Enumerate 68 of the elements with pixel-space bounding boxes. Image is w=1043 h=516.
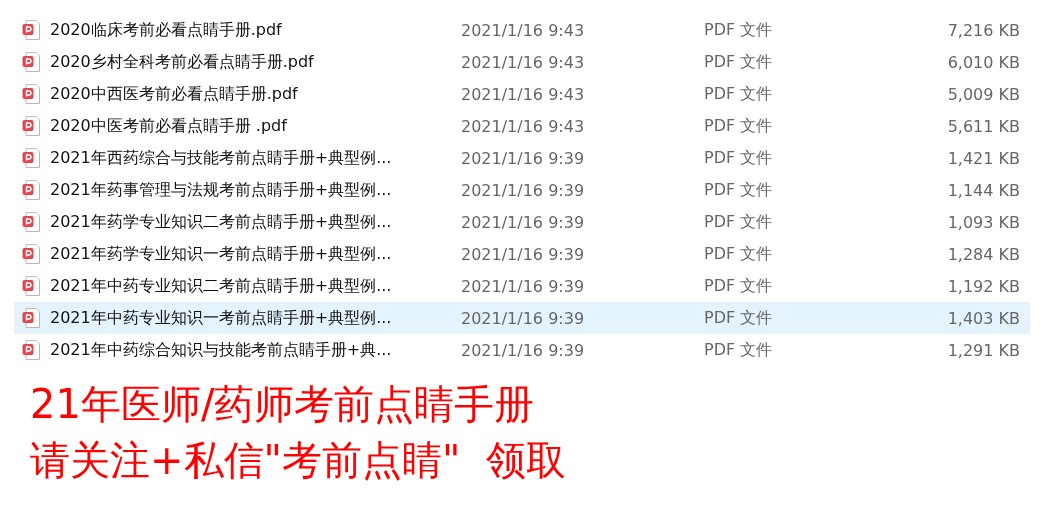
file-name: 2020中西医考前必看点睛手册.pdf <box>50 83 298 105</box>
file-size: 1,291 KB <box>946 340 1020 360</box>
file-name: 2020中医考前必看点睛手册 .pdf <box>50 115 287 137</box>
file-type: PDF 文件 <box>704 115 774 137</box>
modified-date: 2021/1/16 9:39 <box>461 244 586 264</box>
file-size: 1,421 KB <box>946 148 1020 168</box>
modified-date: 2021/1/16 9:39 <box>461 340 586 360</box>
pdf-file-icon <box>22 52 40 72</box>
file-row[interactable]: 2021年中药综合知识与技能考前点睛手册+典... 2021/1/16 9:39 PDF 文件 1,291 KB <box>14 334 1030 366</box>
file-name: 2021年药学专业知识一考前点睛手册+典型例... <box>50 243 392 265</box>
file-type: PDF 文件 <box>704 307 774 329</box>
modified-date: 2021/1/16 9:43 <box>461 52 586 72</box>
file-type: PDF 文件 <box>704 211 774 233</box>
file-row[interactable]: 2021年药事管理与法规考前点睛手册+典型例... 2021/1/16 9:39 PDF 文件 1,144 KB <box>14 174 1030 206</box>
file-name: 2020乡村全科考前必看点睛手册.pdf <box>50 51 314 73</box>
file-size: 5,611 KB <box>946 116 1020 136</box>
file-name: 2021年中药专业知识一考前点睛手册+典型例... <box>50 307 392 329</box>
file-size: 1,093 KB <box>946 212 1020 232</box>
caption-text: 请关注+私信"考前点睛" 领取 <box>30 436 567 485</box>
pdf-file-icon <box>22 244 40 264</box>
file-row[interactable]: 2020临床考前必看点睛手册.pdf 2021/1/16 9:43 PDF 文件 7,216 KB <box>14 14 1030 46</box>
file-type: PDF 文件 <box>704 19 774 41</box>
modified-date: 2021/1/16 9:39 <box>461 276 586 296</box>
file-row[interactable]: 2021年中药专业知识一考前点睛手册+典型例... 2021/1/16 9:39 PDF 文件 1,403 KB <box>14 302 1030 334</box>
pdf-file-icon <box>22 276 40 296</box>
file-size: 7,216 KB <box>946 20 1020 40</box>
file-size: 1,284 KB <box>946 244 1020 264</box>
file-type: PDF 文件 <box>704 83 774 105</box>
file-name: 2021年药事管理与法规考前点睛手册+典型例... <box>50 179 392 201</box>
pdf-file-icon <box>22 20 40 40</box>
file-name: 2021年西药综合与技能考前点睛手册+典型例... <box>50 147 392 169</box>
pdf-file-icon <box>22 308 40 328</box>
file-size: 1,403 KB <box>946 308 1020 328</box>
pdf-file-icon <box>22 340 40 360</box>
file-row[interactable]: 2021年西药综合与技能考前点睛手册+典型例... 2021/1/16 9:39 PDF 文件 1,421 KB <box>14 142 1030 174</box>
modified-date: 2021/1/16 9:43 <box>461 84 586 104</box>
file-row[interactable]: 2020中西医考前必看点睛手册.pdf 2021/1/16 9:43 PDF 文件 5,009 KB <box>14 78 1030 110</box>
file-type: PDF 文件 <box>704 147 774 169</box>
file-type: PDF 文件 <box>704 275 774 297</box>
file-type: PDF 文件 <box>704 51 774 73</box>
file-type: PDF 文件 <box>704 179 774 201</box>
file-row[interactable]: 2020中医考前必看点睛手册 .pdf 2021/1/16 9:43 PDF 文件 5,611 KB <box>14 110 1030 142</box>
file-size: 1,144 KB <box>946 180 1020 200</box>
file-size: 1,192 KB <box>946 276 1020 296</box>
pdf-file-icon <box>22 116 40 136</box>
modified-date: 2021/1/16 9:43 <box>461 116 586 136</box>
pdf-file-icon <box>22 84 40 104</box>
modified-date: 2021/1/16 9:39 <box>461 212 586 232</box>
file-name: 2021年中药综合知识与技能考前点睛手册+典... <box>50 339 392 361</box>
modified-date: 2021/1/16 9:39 <box>461 180 586 200</box>
modified-date: 2021/1/16 9:43 <box>461 20 586 40</box>
file-size: 6,010 KB <box>946 52 1020 72</box>
modified-date: 2021/1/16 9:39 <box>461 148 586 168</box>
caption-text: 21年医师/药师考前点睛手册 <box>30 380 536 429</box>
file-row[interactable]: 2020乡村全科考前必看点睛手册.pdf 2021/1/16 9:43 PDF 文件 6,010 KB <box>14 46 1030 78</box>
file-type: PDF 文件 <box>704 243 774 265</box>
file-name: 2021年药学专业知识二考前点睛手册+典型例... <box>50 211 392 233</box>
file-name: 2020临床考前必看点睛手册.pdf <box>50 19 282 41</box>
modified-date: 2021/1/16 9:39 <box>461 308 586 328</box>
file-row[interactable]: 2021年药学专业知识一考前点睛手册+典型例... 2021/1/16 9:39 PDF 文件 1,284 KB <box>14 238 1030 270</box>
file-type: PDF 文件 <box>704 339 774 361</box>
file-row[interactable]: 2021年中药专业知识二考前点睛手册+典型例... 2021/1/16 9:39 PDF 文件 1,192 KB <box>14 270 1030 302</box>
file-name: 2021年中药专业知识二考前点睛手册+典型例... <box>50 275 392 297</box>
file-row[interactable]: 2021年药学专业知识二考前点睛手册+典型例... 2021/1/16 9:39 PDF 文件 1,093 KB <box>14 206 1030 238</box>
file-size: 5,009 KB <box>946 84 1020 104</box>
pdf-file-icon <box>22 148 40 168</box>
pdf-file-icon <box>22 180 40 200</box>
pdf-file-icon <box>22 212 40 232</box>
